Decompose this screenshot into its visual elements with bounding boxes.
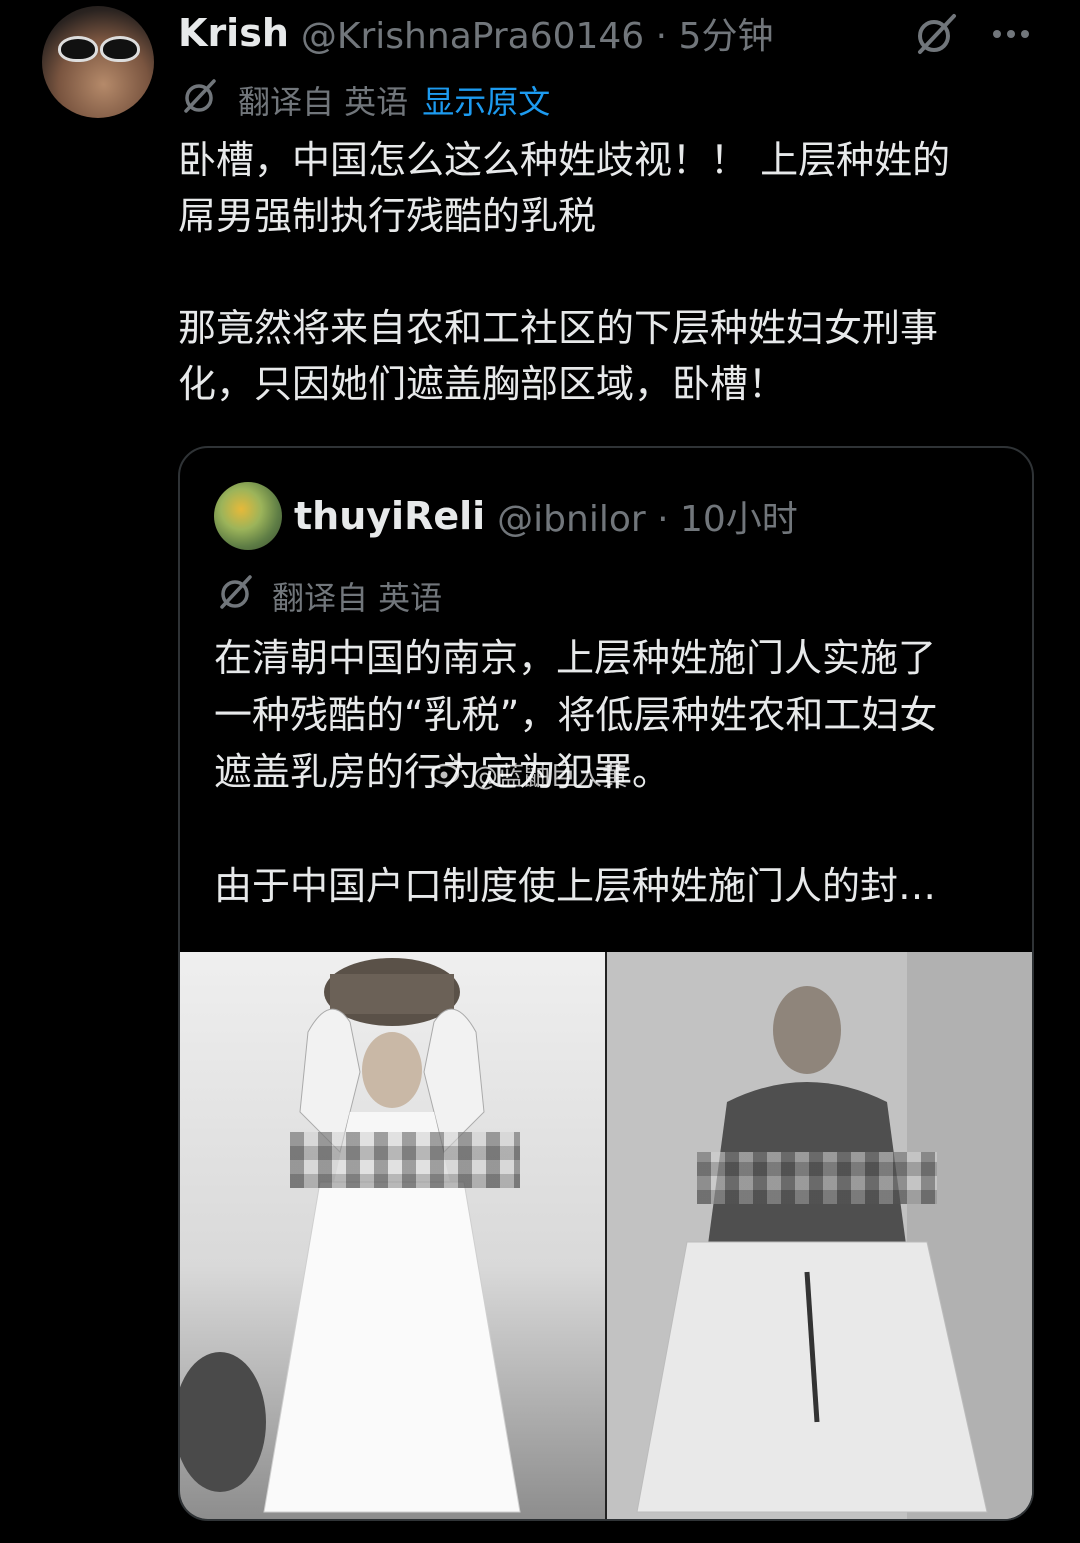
watermark-text: @蓝鼬巨人黄 xyxy=(472,762,629,792)
sunglasses-right xyxy=(100,36,140,62)
quoted-tweet[interactable]: thuyiReli @ibnilor · 10小时 翻译自 英语 在清朝中国的南… xyxy=(178,446,1034,1521)
grok-icon[interactable] xyxy=(912,10,960,62)
tweet-header: Krish @KrishnaPra60146 · 5分钟 xyxy=(178,8,773,58)
media-grid[interactable] xyxy=(180,952,1032,1519)
mosaic-blur xyxy=(290,1132,520,1188)
quoted-author-name[interactable]: thuyiReli xyxy=(294,494,485,538)
translate-icon xyxy=(180,76,220,124)
photo-standing-woman[interactable] xyxy=(180,952,605,1519)
quoted-tweet-header: thuyiReli @ibnilor · 10小时 xyxy=(294,488,798,544)
tweet-text: 卧槽，中国怎么这么种姓歧视！！ 上层种姓的 屌男强制执行残酷的乳税 那竟然将来自… xyxy=(178,138,951,406)
quoted-author-handle-time[interactable]: @ibnilor · 10小时 xyxy=(497,490,798,542)
photo-standing-woman-illustration xyxy=(180,958,521,1513)
author-handle-time[interactable]: @KrishnaPra60146 · 5分钟 xyxy=(301,7,774,59)
more-icon[interactable] xyxy=(990,16,1032,56)
author-avatar[interactable] xyxy=(42,6,154,118)
quoted-author-avatar[interactable] xyxy=(214,482,282,550)
photo-seated-woman-illustration xyxy=(607,952,1032,1519)
show-original-link[interactable]: 显示原文 xyxy=(422,77,550,123)
weibo-icon xyxy=(430,757,464,792)
quoted-translated-from-label: 翻译自 英语 xyxy=(272,579,443,617)
quoted-translation-row: 翻译自 英语 xyxy=(216,574,442,618)
watermark: @蓝鼬巨人黄 xyxy=(430,756,628,793)
translated-from-label: 翻译自 英语 xyxy=(238,83,409,121)
translate-icon xyxy=(216,572,256,620)
author-name[interactable]: Krish xyxy=(178,11,289,55)
sunglasses-left xyxy=(58,36,98,62)
mosaic-blur xyxy=(697,1152,937,1204)
photo-seated-woman[interactable] xyxy=(605,952,1032,1519)
translation-row: 翻译自 英语 显示原文 xyxy=(180,78,550,122)
